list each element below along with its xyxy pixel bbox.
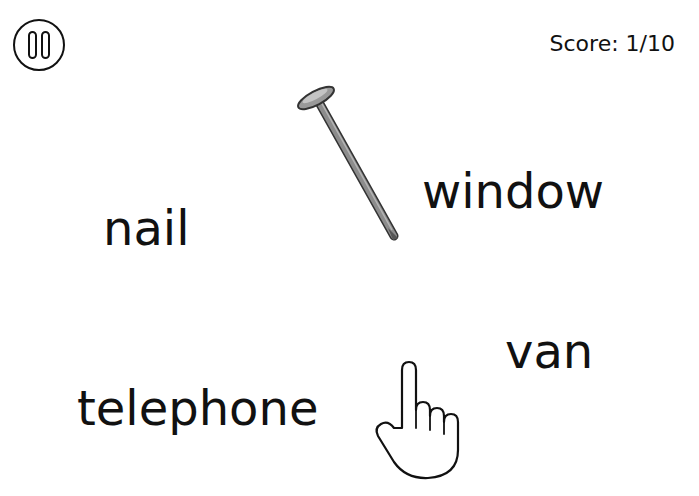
pause-icon[interactable] — [12, 18, 66, 72]
nail-icon — [290, 82, 405, 242]
word-choice[interactable]: telephone — [77, 384, 318, 432]
score-label: Score: 1/10 — [550, 31, 675, 56]
game-stage: nail window van telephone Score: 1/10 — [0, 0, 699, 496]
word-choice[interactable]: van — [505, 327, 593, 375]
pointer-hand-icon — [370, 358, 474, 482]
word-choice[interactable]: window — [422, 167, 604, 215]
word-choice[interactable]: nail — [103, 204, 190, 252]
